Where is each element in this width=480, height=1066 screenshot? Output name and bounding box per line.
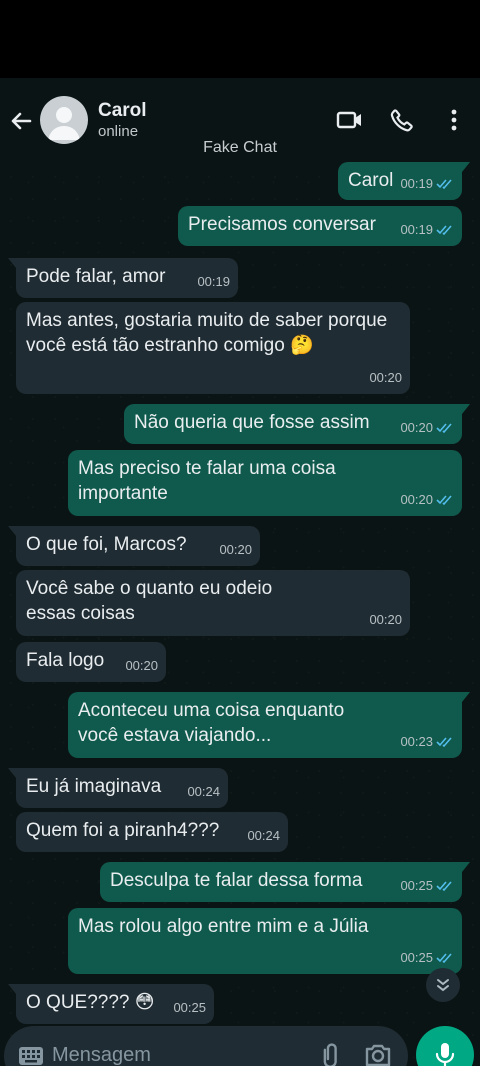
read-ticks-icon [436,880,452,891]
message-time: 00:20 [369,370,402,385]
message-meta: 00:20 [400,487,454,512]
message-meta: 00:20 [219,537,252,562]
more-vert-icon[interactable] [438,104,470,136]
message-time: 00:19 [400,222,433,237]
message-bubble-outgoing[interactable]: Carol 00:19 [338,162,470,200]
message-time: 00:20 [369,612,402,627]
phone-icon[interactable] [386,104,418,136]
message-bubble-incoming[interactable]: Eu já imaginava 00:24 [8,768,228,808]
message-time: 00:20 [400,492,433,507]
message-composer[interactable]: Mensagem [4,1026,408,1066]
message-meta: 00:20 [125,653,158,678]
message-bubble-outgoing[interactable]: Mas preciso te falar uma coisa important… [68,450,462,516]
message-time: 00:19 [400,176,433,191]
message-bubble-outgoing[interactable]: Precisamos conversar 00:19 [178,206,462,246]
message-time: 00:24 [187,784,220,799]
message-bubble-incoming[interactable]: O que foi, Marcos? 00:20 [8,526,260,566]
message-bubble-outgoing[interactable]: Desculpa te falar dessa forma 00:25 [100,862,470,902]
message-bubble-incoming[interactable]: Você sabe o quanto eu odeio essas coisas… [16,570,410,636]
message-time: 00:20 [219,542,252,557]
message-meta: 00:19 [400,217,454,242]
message-time: 00:20 [400,420,433,435]
message-text: Você sabe o quanto eu odeio essas coisas [26,578,273,624]
status-bar-area [0,0,480,78]
message-time: 00:25 [400,878,433,893]
message-time: 00:23 [400,734,433,749]
message-text: Mas antes, gostaria muito de saber porqu… [26,310,388,356]
keyboard-icon[interactable] [18,1046,44,1066]
microphone-icon [435,1043,455,1066]
read-ticks-icon [436,224,452,235]
message-text: Mas rolou algo entre mim e a Júlia [78,916,369,937]
message-bubble-incoming[interactable]: Quem foi a piranh4??? 00:24 [16,812,288,852]
message-meta: 00:25 [173,995,206,1020]
message-time: 00:20 [125,658,158,673]
paperclip-icon[interactable] [318,1042,344,1066]
message-input[interactable]: Mensagem [52,1044,151,1066]
message-text: Mas preciso te falar uma coisa important… [78,458,336,504]
message-bubble-incoming[interactable]: Pode falar, amor 00:19 [8,258,238,298]
message-meta: 00:25 [400,945,454,970]
avatar[interactable] [40,96,88,144]
microphone-button[interactable] [416,1026,474,1066]
message-time: 00:24 [247,828,280,843]
message-bubble-incoming[interactable]: Mas antes, gostaria muito de saber porqu… [16,302,410,394]
message-bubble-incoming[interactable]: Fala logo 00:20 [16,642,166,682]
message-bubble-outgoing[interactable]: Aconteceu uma coisa enquanto você estava… [68,692,470,758]
watermark-label: Fake Chat [203,139,277,156]
read-ticks-icon [436,736,452,747]
message-bubble-outgoing[interactable]: Não queria que fosse assim 00:20 [124,404,470,444]
chat-header: Carol online Fake Chat [0,78,480,164]
message-text: Quem foi a piranh4??? [26,820,220,841]
read-ticks-icon [436,178,452,189]
message-meta: 00:19 [400,171,454,196]
message-text: Aconteceu uma coisa enquanto você estava… [78,700,345,746]
message-bubble-outgoing[interactable]: Mas rolou algo entre mim e a Júlia 00:25 [68,908,462,974]
message-bubble-incoming[interactable]: O QUE???? 😳 00:25 [8,984,214,1024]
read-ticks-icon [436,494,452,505]
contact-status: online [98,123,139,140]
message-meta: 00:20 [369,365,402,390]
message-text: O que foi, Marcos? [26,534,187,555]
scroll-to-bottom-button[interactable] [426,968,460,1002]
double-chevron-down-icon [437,979,449,992]
message-meta: 00:24 [247,823,280,848]
camera-icon[interactable] [364,1042,392,1066]
video-call-icon[interactable] [334,104,366,136]
message-meta: 00:20 [400,415,454,440]
message-meta: 00:24 [187,779,220,804]
back-arrow-icon[interactable] [6,106,36,136]
read-ticks-icon [436,422,452,433]
message-meta: 00:20 [369,607,402,632]
message-meta: 00:23 [400,729,454,754]
read-ticks-icon [436,952,452,963]
message-time: 00:19 [197,274,230,289]
message-time: 00:25 [400,950,433,965]
contact-name[interactable]: Carol [98,100,147,122]
message-meta: 00:25 [400,873,454,898]
message-time: 00:25 [173,1000,206,1015]
chat-screen: Carol online Fake Chat Carol 00:19 Preci… [0,78,480,1066]
message-meta: 00:19 [197,269,230,294]
